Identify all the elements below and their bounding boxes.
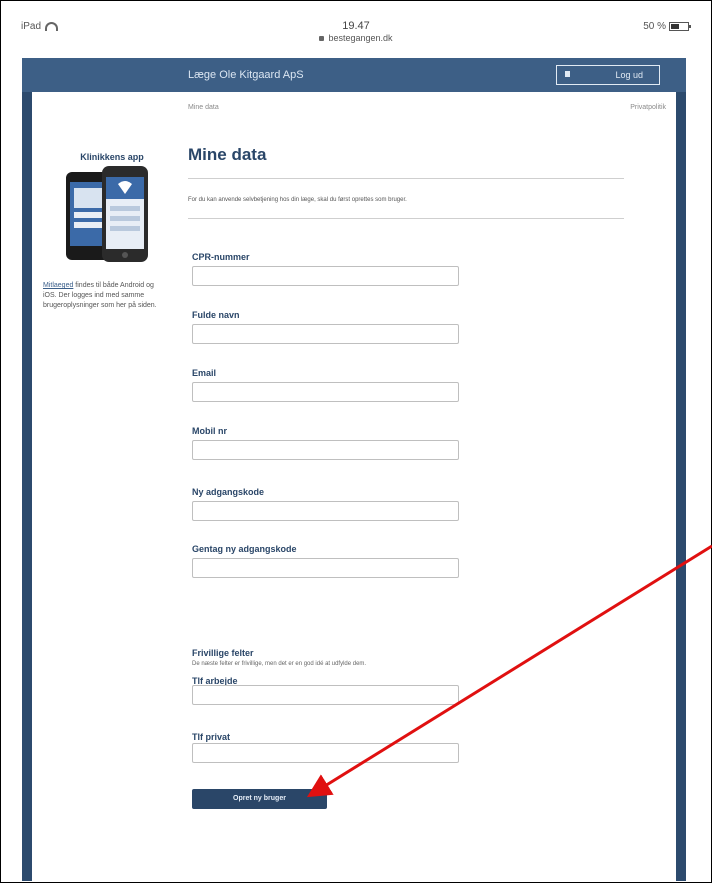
divider [188,218,624,219]
battery-percent: 50 % [643,21,666,32]
intro-text: For du kan anvende selvbetjening hos din… [188,197,407,203]
website: Læge Ole Kitgaard ApS Log ud Mine data P… [22,58,686,881]
status-right: 50 % [643,21,691,32]
new-password-input[interactable] [192,501,459,521]
sidebar-title: Klinikkens app [80,152,144,162]
repeat-password-label: Gentag ny adgangskode [192,544,297,554]
cpr-label: CPR-nummer [192,252,250,262]
battery-icon [669,22,691,31]
page-title: Mine data [188,145,267,164]
sidebar-text: Mitlaeged findes til både Android og iOS… [43,281,163,311]
full-name-label: Fulde navn [192,310,240,320]
create-user-button[interactable]: Opret ny bruger [192,789,327,809]
divider [188,178,624,179]
ios-status-bar: iPad 19.47 bestegangen.dk 50 % [1,1,711,57]
app-link[interactable]: Mitlaeged [43,282,73,289]
mobile-input[interactable] [192,440,459,460]
privacy-link[interactable]: Privatpolitik [630,104,666,111]
new-password-label: Ny adgangskode [192,487,265,497]
cpr-input[interactable] [192,266,459,286]
site-header: Læge Ole Kitgaard ApS Log ud [22,58,686,92]
address-bar[interactable]: bestegangen.dk [1,33,711,43]
optional-fields-title: Frivillige felter [192,648,254,658]
full-name-input[interactable] [192,324,459,344]
email-label: Email [192,368,217,378]
optional-fields-text: De næste felter er frivillige, men det e… [192,661,367,667]
breadcrumb[interactable]: Mine data [188,104,219,111]
work-phone-input[interactable] [192,685,459,705]
app-phones-image [66,166,148,262]
logout-button[interactable]: Log ud [556,65,660,85]
mobile-label: Mobil nr [192,426,227,436]
private-phone-label: Tlf privat [192,732,231,742]
lock-icon [319,36,325,41]
private-phone-input[interactable] [192,743,459,763]
logout-label: Log ud [615,70,643,80]
page-content: Mine data Privatpolitik Klinikkens app M… [32,92,676,881]
email-input[interactable] [192,382,459,402]
repeat-password-input[interactable] [192,558,459,578]
address-url: bestegangen.dk [328,33,393,43]
status-time: 19.47 [342,20,370,32]
logout-icon [565,71,570,77]
clinic-name[interactable]: Læge Ole Kitgaard ApS [188,69,304,81]
